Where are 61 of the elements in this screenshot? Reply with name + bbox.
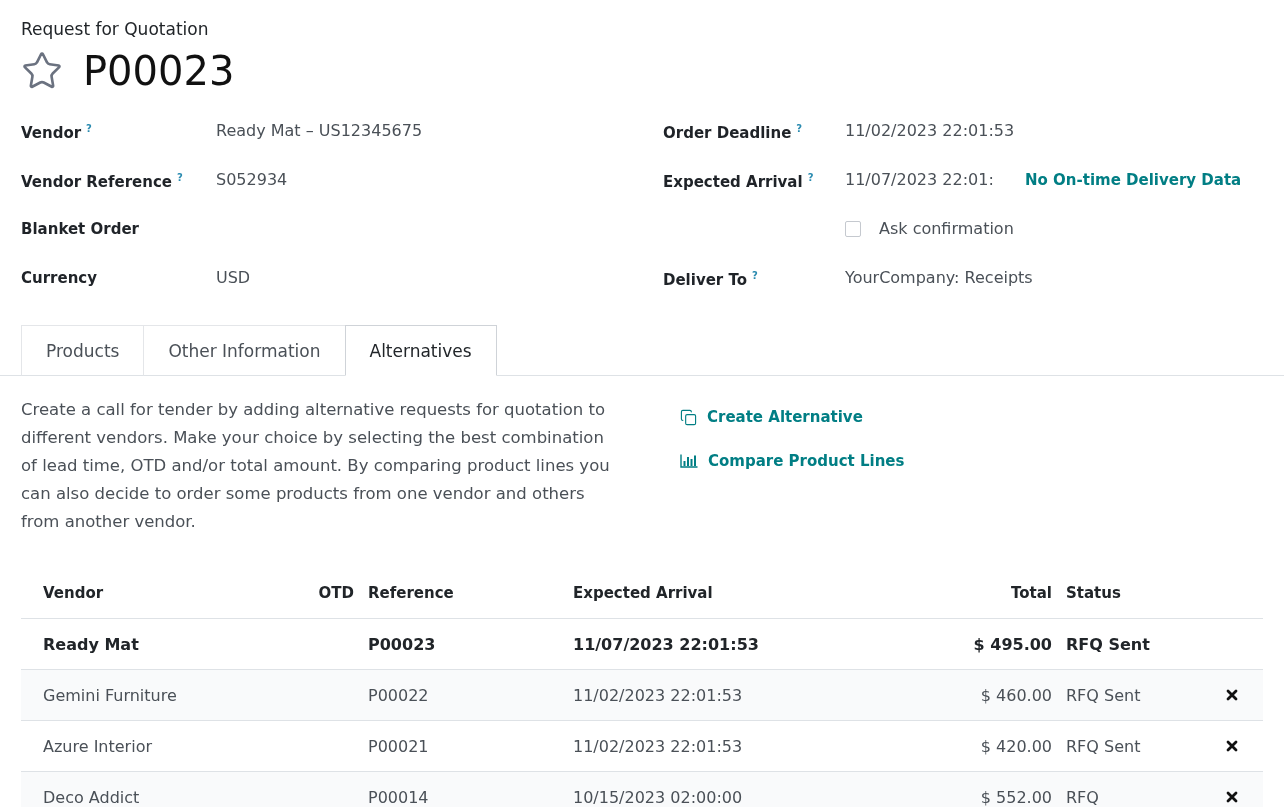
- tab[interactable]: Alternatives: [344, 325, 497, 376]
- table-cell: $ 460.00: [980, 685, 1052, 705]
- field-label: Vendor $^{?}$: [21, 121, 92, 144]
- column-header[interactable]: OTD: [318, 584, 354, 602]
- x-icon[interactable]: [1225, 791, 1238, 803]
- help-hint[interactable]: ?: [807, 171, 814, 183]
- table-cell: P00023: [368, 634, 436, 654]
- field-label: Blanket Order: [21, 218, 139, 240]
- field-value[interactable]: YourCompany: Receipts: [845, 266, 1033, 289]
- checkbox[interactable]: [845, 220, 861, 237]
- field-label: Expected Arrival $^{?}$: [663, 170, 814, 193]
- field-value[interactable]: 11/02/2023 22:01:53: [845, 119, 1015, 142]
- table-row[interactable]: Deco Addict P00014 10/15/2023 02:00:00 $ 552.00 RFQ: [21, 771, 1263, 807]
- delivery-data-note: No On-time Delivery Data: [1025, 170, 1242, 189]
- action-link[interactable]: Create Alternative: [680, 405, 863, 429]
- table-cell: Azure Interior: [43, 736, 152, 756]
- column-header[interactable]: Total: [1011, 584, 1052, 602]
- description-text: Create a call for tender by adding alternative requests for quotation to different vendors. Make your choice by selecting the best combination of lead time, OTD and/or total amount. By comparing product lines you can also decide to order some products from one vendor and others from another vendor.: [21, 399, 611, 533]
- table-cell: RFQ Sent: [1066, 685, 1141, 705]
- x-icon[interactable]: [1225, 740, 1238, 752]
- help-hint[interactable]: ?: [177, 171, 183, 183]
- table-cell: $ 495.00: [973, 634, 1052, 654]
- tab[interactable]: Products: [21, 325, 145, 376]
- column-header[interactable]: Vendor: [43, 584, 104, 602]
- record-type-label: Request for Quotation: [21, 18, 209, 40]
- field-value[interactable]: USD: [216, 266, 251, 289]
- column-header[interactable]: Expected Arrival: [573, 584, 713, 602]
- table-cell: P00022: [368, 685, 429, 705]
- field-value[interactable]: S052934: [216, 168, 288, 191]
- help-hint[interactable]: ?: [796, 122, 803, 134]
- field-label: Order Deadline $^{?}$: [663, 121, 803, 144]
- table-cell: Ready Mat: [43, 634, 139, 654]
- table-cell: 11/02/2023 22:01:53: [573, 685, 743, 705]
- table-cell: 11/02/2023 22:01:53: [573, 736, 743, 756]
- field-label: Vendor Reference $^{?}$: [21, 170, 183, 193]
- copy-icon: [680, 408, 697, 426]
- field-label: Deliver To $^{?}$: [663, 268, 758, 291]
- help-hint[interactable]: ?: [752, 269, 758, 281]
- column-header[interactable]: Reference: [368, 584, 454, 602]
- table-cell: RFQ Sent: [1066, 634, 1150, 654]
- table-cell: P00021: [368, 736, 429, 756]
- field-value[interactable]: Ready Mat – US12345675: [216, 119, 423, 142]
- record-title: P00023: [83, 48, 235, 94]
- table-cell: $ 420.00: [980, 736, 1052, 756]
- bar-chart-icon: [680, 454, 698, 468]
- table-cell: RFQ Sent: [1066, 736, 1141, 756]
- table-cell: $ 552.00: [980, 787, 1052, 807]
- table-cell: Gemini Furniture: [43, 685, 177, 705]
- column-header[interactable]: Status: [1066, 584, 1121, 602]
- x-icon[interactable]: [1225, 689, 1238, 701]
- table-cell: RFQ: [1066, 787, 1099, 807]
- field-label: Currency: [21, 267, 97, 289]
- table-cell: 11/07/2023 22:01:53: [573, 634, 759, 654]
- table-cell: 10/15/2023 02:00:00: [573, 787, 743, 807]
- table-cell: P00014: [368, 787, 429, 807]
- table-row[interactable]: Gemini Furniture P00022 11/02/2023 22:01:53 $ 460.00 RFQ Sent: [21, 669, 1263, 720]
- field-value[interactable]: 11/07/2023 22:01:: [845, 168, 1025, 191]
- checkbox-label: Ask confirmation: [879, 219, 1014, 238]
- help-hint[interactable]: ?: [86, 122, 92, 134]
- table-cell: Deco Addict: [43, 787, 140, 807]
- action-link[interactable]: Compare Product Lines: [680, 449, 905, 473]
